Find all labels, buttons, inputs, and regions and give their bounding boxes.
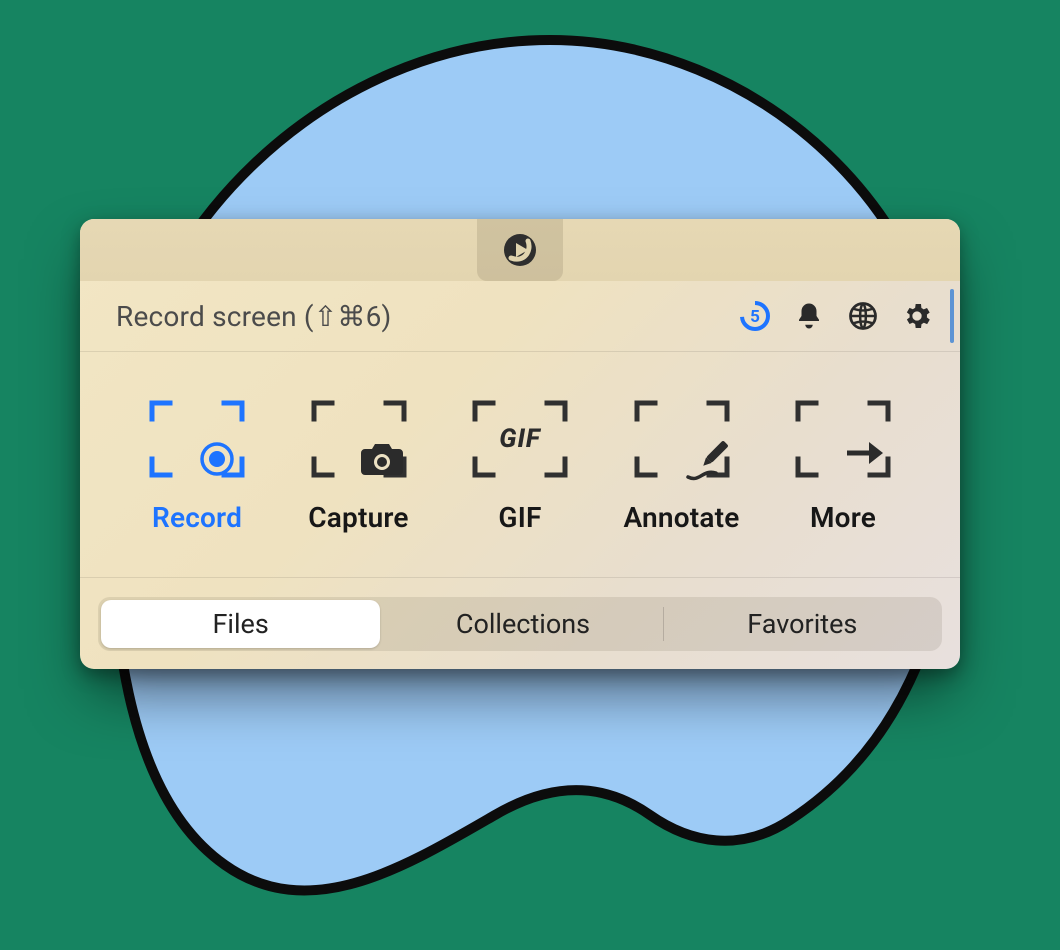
tab-collections[interactable]: Collections bbox=[383, 597, 662, 651]
scroll-indicator bbox=[950, 289, 954, 343]
gif-icon: GIF bbox=[499, 424, 541, 454]
more-label: More bbox=[810, 501, 876, 534]
tab-files[interactable]: Files bbox=[101, 600, 380, 648]
menubar-app-button[interactable] bbox=[477, 219, 563, 281]
gif-button[interactable]: GIF GIF bbox=[445, 399, 595, 534]
countdown-icon: 5 bbox=[738, 299, 772, 333]
annotate-label: Annotate bbox=[624, 501, 740, 534]
svg-text:5: 5 bbox=[750, 307, 760, 327]
record-button[interactable]: Record bbox=[122, 399, 272, 534]
web-button[interactable] bbox=[846, 299, 880, 333]
capture-button[interactable]: Capture bbox=[284, 399, 434, 534]
gear-icon bbox=[901, 300, 933, 332]
tabs-row: Files Collections Favorites bbox=[80, 578, 960, 669]
app-panel: Record screen (⇧⌘6) 5 bbox=[80, 219, 960, 669]
segmented-control: Files Collections Favorites bbox=[98, 597, 942, 651]
record-label: Record bbox=[152, 501, 242, 534]
bell-icon bbox=[794, 301, 824, 331]
title-text: Record screen (⇧⌘6) bbox=[116, 300, 391, 333]
actions-row: Record bbox=[80, 352, 960, 578]
annotate-button[interactable]: Annotate bbox=[607, 399, 757, 534]
tab-favorites-label: Favorites bbox=[747, 608, 857, 640]
countdown-button[interactable]: 5 bbox=[738, 299, 772, 333]
title-bar: Record screen (⇧⌘6) 5 bbox=[80, 281, 960, 352]
logo-icon bbox=[500, 230, 540, 270]
tab-files-label: Files bbox=[213, 608, 269, 640]
menubar bbox=[80, 219, 960, 281]
gif-label: GIF bbox=[498, 501, 541, 534]
settings-button[interactable] bbox=[900, 299, 934, 333]
tab-favorites[interactable]: Favorites bbox=[663, 597, 942, 651]
more-button[interactable]: More bbox=[768, 399, 918, 534]
tab-collections-label: Collections bbox=[456, 608, 590, 640]
globe-icon bbox=[848, 301, 878, 331]
capture-label: Capture bbox=[308, 501, 408, 534]
notifications-button[interactable] bbox=[792, 299, 826, 333]
